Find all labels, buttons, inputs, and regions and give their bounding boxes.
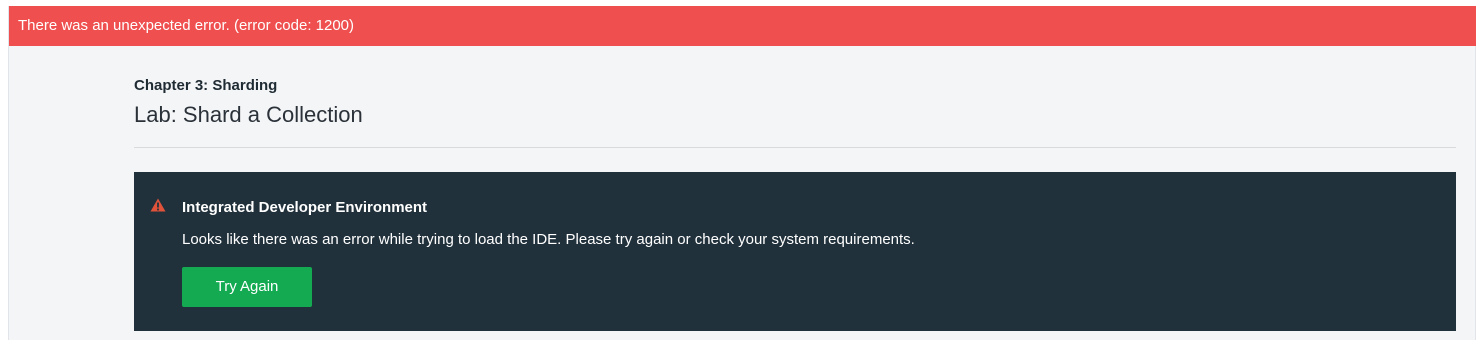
divider xyxy=(134,147,1456,148)
main-content: Chapter 3: Sharding Lab: Shard a Collect… xyxy=(134,46,1456,331)
ide-panel-message: Looks like there was an error while tryi… xyxy=(182,231,915,248)
chapter-label: Chapter 3: Sharding xyxy=(134,77,278,94)
try-again-button[interactable]: Try Again xyxy=(182,267,312,307)
ide-panel-title: Integrated Developer Environment xyxy=(182,199,428,216)
page-title: Lab: Shard a Collection xyxy=(134,102,363,127)
error-banner: There was an unexpected error. (error co… xyxy=(9,6,1476,46)
page-frame: There was an unexpected error. (error co… xyxy=(8,6,1476,340)
ide-error-panel: Integrated Developer Environment Looks l… xyxy=(134,172,1456,331)
warning-triangle-icon xyxy=(150,198,166,212)
